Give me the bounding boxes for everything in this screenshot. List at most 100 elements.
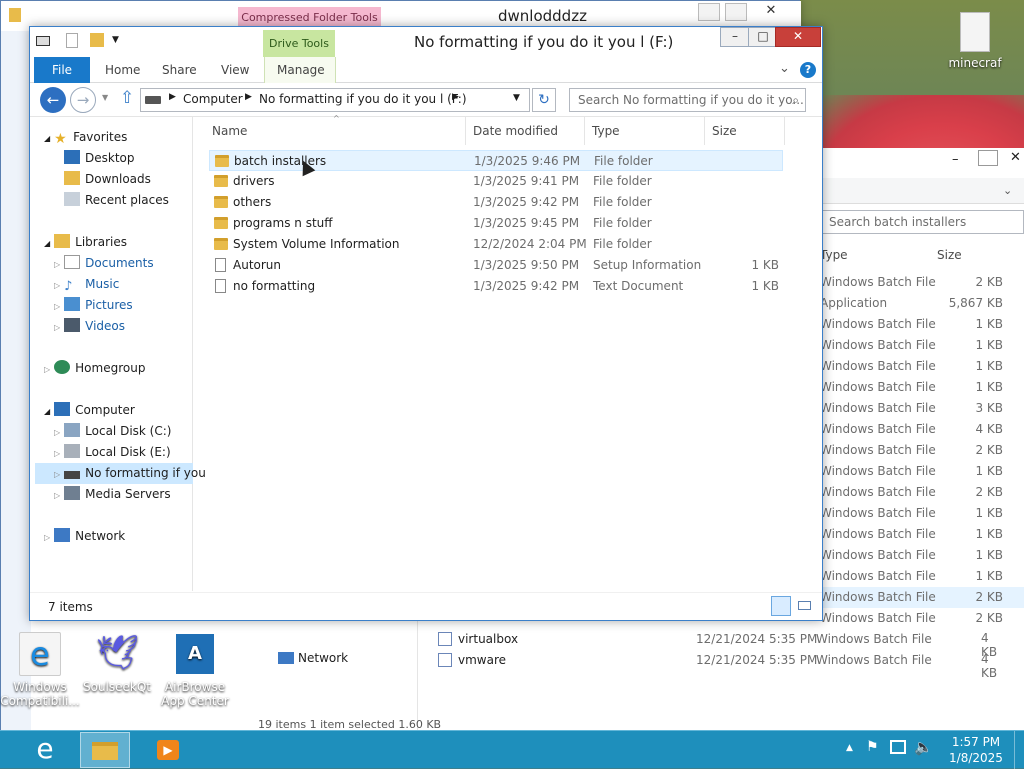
help-icon[interactable]: ? [800,62,816,78]
show-desktop-button[interactable] [1014,731,1024,769]
list-item[interactable]: Windows Batch File 2 KB [820,608,1024,629]
nav-desktop[interactable]: Desktop [64,148,135,169]
desktop-icon-windows-compatibility[interactable]: e Windows Compatibili... [0,632,80,708]
background-nav-network[interactable]: Network [278,651,348,665]
list-item[interactable]: Windows Batch File 2 KB [820,482,1024,503]
list-item[interactable]: Windows Batch File 3 KB [820,398,1024,419]
new-folder-icon[interactable] [90,33,104,47]
nav-downloads[interactable]: Downloads [64,169,151,190]
file-row[interactable]: Autorun 1/3/2025 9:50 PM Setup Information… [209,255,783,276]
title-bar[interactable]: ▼ Drive Tools No formatting if you do it… [30,27,822,57]
desktop-icon-minecraft[interactable]: minecraf [935,12,1015,70]
minimize-icon[interactable]: – [720,27,750,47]
file-row[interactable]: programs n stuff 1/3/2025 9:45 PM File fol… [209,213,783,234]
nav-favorites[interactable]: ◢ ★ Favorites [44,127,127,148]
breadcrumb-computer[interactable]: Computer [183,92,243,106]
volume-icon[interactable]: 🔈 [914,738,933,756]
list-item[interactable]: Windows Batch File 1 KB [820,545,1024,566]
nav-documents[interactable]: ▷ Documents [54,253,154,274]
expand-icon[interactable]: ◢ [44,407,50,416]
close-icon[interactable]: ✕ [1010,150,1021,165]
nav-local-disk-c[interactable]: ▷ Local Disk (C:) [54,421,171,442]
large-icons-view-icon[interactable] [795,596,815,616]
forward-icon[interactable]: → [70,87,96,113]
list-item[interactable]: Windows Batch File 4 KB [820,419,1024,440]
collapse-icon[interactable]: ▷ [54,281,60,290]
desktop-icon-airbrowse[interactable]: A AirBrowse App Center [155,632,235,708]
list-item[interactable]: Windows Batch File 1 KB [820,314,1024,335]
tab-file[interactable]: File [34,57,90,83]
search-input[interactable]: Search No formatting if you do it yo... … [569,88,806,112]
action-center-flag-icon[interactable]: ⚑ [866,739,879,755]
list-item[interactable]: Windows Batch File 2 KB [820,587,1024,608]
collapse-icon[interactable]: ▷ [54,428,60,437]
breadcrumb-drive[interactable]: No formatting if you do it you l (F:) [259,92,467,106]
chevron-down-icon[interactable]: ⌄ [1003,184,1012,197]
file-row[interactable]: no formatting 1/3/2025 9:42 PM Text Docume… [209,276,783,297]
breadcrumb-separator-icon[interactable]: ▶ [169,92,176,102]
network-tray-icon[interactable] [890,740,906,754]
back-icon[interactable]: ← [40,87,66,113]
list-item[interactable]: Windows Batch File 1 KB [820,566,1024,587]
list-item[interactable]: Windows Batch File 1 KB [820,461,1024,482]
nav-pictures[interactable]: ▷ Pictures [54,295,133,316]
chevron-down-icon[interactable]: ▼ [112,35,119,45]
column-name[interactable]: Name [212,124,247,138]
chevron-down-icon[interactable]: ▼ [513,93,520,103]
desktop-icon-soulseekqt[interactable]: 🕊 SoulseekQt [77,632,157,694]
address-bar[interactable]: ▶ Computer ▶ No formatting if you do it … [140,88,530,112]
close-icon[interactable]: ✕ [775,27,821,47]
nav-network[interactable]: ▷ Network [44,526,125,547]
collapse-icon[interactable]: ▷ [54,491,60,500]
internet-explorer-icon[interactable]: e [22,733,68,767]
up-icon[interactable]: ⇧ [120,88,134,108]
collapse-icon[interactable]: ▷ [54,260,60,269]
background-search-input[interactable]: Search batch installers [820,210,1024,234]
breadcrumb-separator-icon[interactable]: ▶ [452,92,459,102]
maximize-icon[interactable]: □ [748,27,778,47]
nav-music[interactable]: ▷ ♪ Music [54,274,119,295]
nav-libraries[interactable]: ◢ Libraries [44,232,127,253]
collapse-icon[interactable]: ▷ [54,449,60,458]
details-view-icon[interactable] [771,596,791,616]
column-size[interactable]: Size [937,248,962,262]
list-item[interactable]: Windows Batch File 2 KB [820,440,1024,461]
column-size[interactable]: Size [712,124,737,138]
list-item[interactable]: vmware 12/21/2024 5:35 PM Windows Batch … [438,650,932,671]
context-tab-drive-tools[interactable]: Drive Tools [263,30,335,57]
tab-manage[interactable]: Manage [264,57,336,83]
list-item[interactable]: Application 5,867 KB [820,293,1024,314]
collapse-icon[interactable]: ▷ [44,365,50,374]
clock[interactable]: 1:57 PM 1/8/2025 [945,734,1007,766]
expand-icon[interactable]: ◢ [44,134,50,143]
tab-home[interactable]: Home [93,57,152,83]
file-row[interactable]: System Volume Information 12/2/2024 2:04 … [209,234,783,255]
recent-locations-icon[interactable]: ▼ [102,93,108,102]
column-date-modified[interactable]: Date modified [473,124,558,138]
nav-videos[interactable]: ▷ Videos [54,316,125,337]
file-row[interactable]: others 1/3/2025 9:42 PM File folder [209,192,783,213]
list-item[interactable]: Windows Batch File 1 KB [820,335,1024,356]
chevron-down-icon[interactable]: ⌄ [779,61,790,76]
nav-homegroup[interactable]: ▷ Homegroup [44,358,145,379]
maximize-icon[interactable] [725,3,747,21]
taskbar-file-explorer[interactable] [80,732,130,768]
breadcrumb-separator-icon[interactable]: ▶ [245,92,252,102]
refresh-icon[interactable]: ↻ [532,88,556,112]
tab-share[interactable]: Share [150,57,209,83]
nav-media-servers[interactable]: ▷ Media Servers [54,484,171,505]
close-icon[interactable]: ✕ [753,3,789,21]
show-hidden-icons-icon[interactable]: ▲ [846,743,853,753]
minimize-icon[interactable]: – [952,152,959,167]
nav-computer[interactable]: ◢ Computer [44,400,135,421]
minimize-icon[interactable] [698,3,720,21]
file-row[interactable]: drivers 1/3/2025 9:41 PM File folder [209,171,783,192]
maximize-icon[interactable] [978,150,998,166]
collapse-icon[interactable]: ▷ [54,302,60,311]
nav-recent-places[interactable]: Recent places [64,190,169,211]
collapse-icon[interactable]: ▷ [54,323,60,332]
list-item[interactable]: Windows Batch File 1 KB [820,524,1024,545]
column-type[interactable]: Type [592,124,620,138]
collapse-icon[interactable]: ▷ [54,470,60,479]
search-icon[interactable]: ⌕ [792,89,799,111]
